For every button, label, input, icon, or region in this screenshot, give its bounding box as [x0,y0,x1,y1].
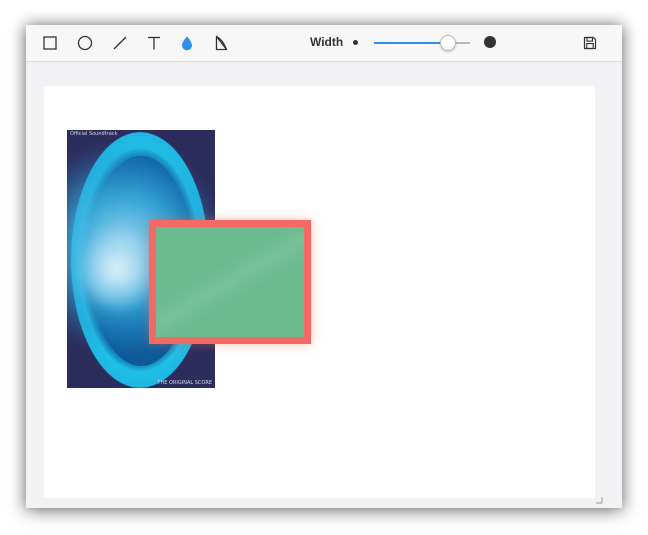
width-slider-knob[interactable] [440,35,456,51]
line-tool-button[interactable] [110,33,130,53]
drop-icon [182,36,192,51]
drawing-canvas[interactable]: Official Soundtrack THE ORIGINAL SCORE [44,86,595,498]
width-label: Width [310,35,344,49]
rectangle-tool-button[interactable] [40,33,60,53]
circle-icon [77,35,93,51]
crop-tool-button[interactable] [211,33,231,53]
editor-window: Width Official Soundtrack THE ORIGINAL S… [26,25,622,508]
max-width-dot [484,36,496,48]
blur-tool-button[interactable] [177,33,197,53]
width-slider[interactable] [374,33,470,53]
resize-grip-icon[interactable] [595,496,603,504]
blur-highlight [77,230,157,310]
square-icon [43,36,57,50]
crop-icon [215,35,228,51]
drawn-rectangle-shape[interactable] [149,220,311,344]
poster-caption-bottom: THE ORIGINAL SCORE [157,380,212,386]
min-width-dot [353,40,358,45]
save-button[interactable] [580,33,600,53]
poster-caption-top: Official Soundtrack [70,131,118,137]
line-icon [113,36,127,50]
save-icon [583,36,597,50]
text-tool-button[interactable] [144,33,164,53]
width-slider-track [456,42,470,44]
text-icon [148,36,160,50]
ellipse-tool-button[interactable] [75,33,95,53]
width-slider-fill [374,42,440,44]
toolbar: Width [26,25,622,62]
